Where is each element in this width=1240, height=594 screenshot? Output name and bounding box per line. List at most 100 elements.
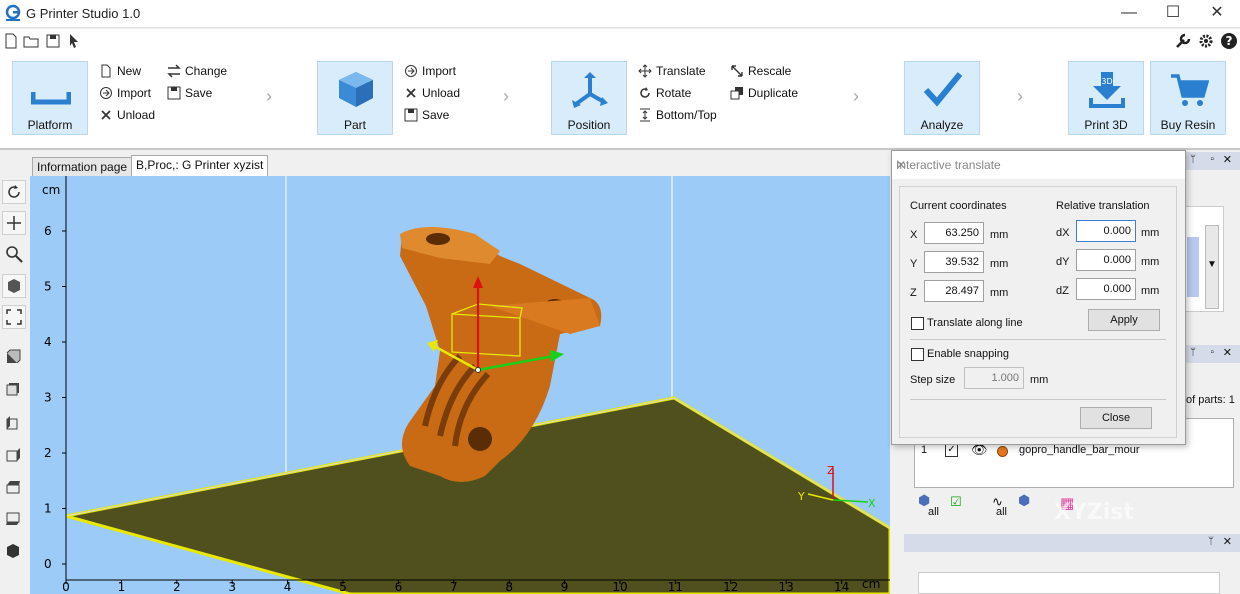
zoom-tool[interactable]: [2, 242, 26, 266]
part-unload-item[interactable]: Unload: [404, 84, 460, 102]
y-tick-label: 1: [44, 502, 52, 516]
dropdown-arrow-icon[interactable]: ▼: [1207, 259, 1217, 270]
duplicate-icon: [730, 87, 743, 100]
new-file-icon[interactable]: [2, 32, 20, 50]
dy-field[interactable]: 0.000: [1076, 249, 1136, 271]
platform-icon: [31, 92, 71, 105]
cube-settings-icon[interactable]: ⬢: [1018, 492, 1030, 509]
app-title: G Printer Studio 1.0: [26, 6, 141, 21]
step-size-field[interactable]: 1.000: [964, 367, 1024, 389]
part-name: gopro_handle_bar_mour: [1019, 444, 1140, 456]
position-button[interactable]: Position: [551, 61, 627, 135]
app-logo-icon: [5, 4, 21, 21]
position-duplicate-item[interactable]: Duplicate: [730, 84, 798, 102]
platform-button[interactable]: Platform: [12, 61, 88, 135]
solid-view-tool[interactable]: [2, 540, 26, 564]
apply-all-label: all: [996, 506, 1008, 518]
y-tick-label: 3: [44, 391, 52, 405]
pointer-icon[interactable]: [66, 32, 84, 50]
gear-icon[interactable]: [1197, 32, 1215, 50]
position-translate-label: Translate: [656, 64, 706, 78]
position-rescale-item[interactable]: Rescale: [730, 62, 791, 80]
cube-icon: [339, 72, 373, 107]
new-file-icon: [101, 64, 111, 78]
y-axis-label: Y: [797, 490, 805, 503]
dx-field[interactable]: 0.000: [1076, 220, 1136, 242]
close-icon[interactable]: ✕: [1223, 535, 1232, 548]
tab-printer-view[interactable]: B,Proc,: G Printer xyzist: [131, 155, 269, 177]
close-icon[interactable]: ✕: [1223, 153, 1232, 166]
part-color-dot[interactable]: [997, 446, 1008, 457]
platform-import-item[interactable]: Import: [99, 84, 151, 102]
x-coordinate-field[interactable]: 63.250: [924, 222, 984, 244]
analyze-button[interactable]: Analyze: [904, 61, 980, 135]
help-icon[interactable]: ?: [1220, 32, 1238, 50]
dialog-group: Current coordinates Relative translation…: [899, 186, 1177, 438]
y-coordinate-field[interactable]: 39.532: [924, 251, 984, 273]
watermark-logo: XYZist: [1054, 500, 1134, 525]
back-view-tool[interactable]: [2, 378, 26, 402]
buy-resin-button[interactable]: Buy Resin: [1150, 61, 1226, 135]
wrench-icon[interactable]: [1174, 32, 1192, 50]
chevron-right-icon: ›: [266, 86, 272, 106]
dz-unit: mm: [1141, 285, 1160, 297]
position-rotate-item[interactable]: Rotate: [638, 84, 691, 102]
pin-icon[interactable]: ᛘ: [1190, 154, 1196, 165]
viewport-canvas[interactable]: Z X Y cm cm 6 5 4 3 2 1 0 0 1 2 3 4 5 6 7 8 9 10 11 12 13 14: [30, 176, 890, 594]
swap-icon: [167, 64, 181, 78]
z-axis-label: Z: [827, 464, 835, 477]
part-import-item[interactable]: Import: [404, 62, 456, 80]
top-view-tool[interactable]: [2, 476, 26, 500]
preview-box: ▼: [1184, 206, 1224, 312]
left-view-tool[interactable]: [2, 412, 26, 436]
maximize-button[interactable]: ☐: [1150, 0, 1196, 28]
print3d-button[interactable]: 3D Print 3D: [1068, 61, 1144, 135]
enable-snapping-checkbox[interactable]: [911, 348, 924, 361]
part-visible-checkbox[interactable]: ✓: [945, 444, 958, 457]
position-translate-item[interactable]: Translate: [638, 62, 706, 80]
right-view-tool[interactable]: [2, 444, 26, 468]
dialog-close-icon[interactable]: ✕: [896, 158, 1177, 172]
import-icon: [100, 87, 112, 99]
move-icon: [638, 64, 652, 78]
pin-icon[interactable]: ᛘ: [1190, 347, 1196, 358]
apply-button[interactable]: Apply: [1088, 309, 1160, 331]
part-button[interactable]: Part: [317, 61, 393, 135]
3d-viewport[interactable]: Z X Y cm cm 6 5 4 3 2 1 0 0 1 2 3 4 5 6 7 8 9 10 11 12 13 14: [30, 176, 890, 594]
close-window-button[interactable]: ✕: [1194, 0, 1240, 28]
iso-view-tool[interactable]: [2, 274, 26, 298]
tab-information-page[interactable]: Information page: [32, 157, 133, 177]
open-folder-icon[interactable]: [22, 32, 40, 50]
translate-along-line-checkbox[interactable]: [911, 317, 924, 330]
dz-field[interactable]: 0.000: [1076, 278, 1136, 300]
front-view-tool[interactable]: [2, 346, 26, 370]
close-button[interactable]: Close: [1080, 407, 1152, 429]
restore-icon[interactable]: ▫: [1210, 154, 1214, 165]
z-coordinate-field[interactable]: 28.497: [924, 280, 984, 302]
cube-icon: [8, 279, 20, 293]
platform-save-item[interactable]: Save: [167, 84, 212, 102]
position-bottomtop-item[interactable]: Bottom/Top: [638, 106, 717, 124]
pan-view-tool[interactable]: [2, 211, 26, 235]
bottom-view-tool[interactable]: [2, 508, 26, 532]
restore-icon[interactable]: ▫: [1210, 347, 1214, 358]
save-disk-icon[interactable]: [44, 32, 62, 50]
platform-unload-item[interactable]: Unload: [99, 106, 155, 124]
x-unit: mm: [990, 229, 1009, 241]
platform-save-label: Save: [185, 86, 213, 100]
shopping-cart-icon: [1171, 74, 1209, 106]
fit-view-tool[interactable]: [2, 305, 26, 329]
check-toggle-icon[interactable]: ☑: [950, 494, 962, 510]
bottom-top-icon: [640, 108, 650, 122]
y-tick-label: 0: [44, 557, 52, 571]
platform-unload-label: Unload: [117, 108, 156, 122]
platform-change-item[interactable]: Change: [167, 62, 227, 80]
platform-new-item[interactable]: New: [99, 62, 141, 80]
rotate-icon: [8, 185, 20, 198]
pin-icon[interactable]: ᛘ: [1208, 536, 1214, 547]
rotate-view-tool[interactable]: [2, 180, 26, 204]
minimize-button[interactable]: —: [1106, 0, 1152, 28]
fit-frame-icon: [6, 309, 22, 325]
part-save-item[interactable]: Save: [404, 106, 449, 124]
close-icon[interactable]: ✕: [1223, 346, 1232, 359]
